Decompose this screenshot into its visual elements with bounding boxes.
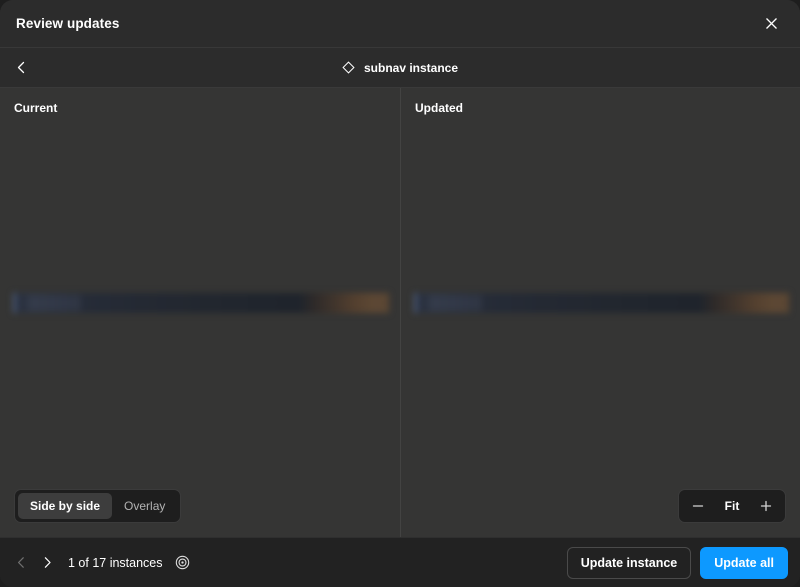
zoom-in-button[interactable] bbox=[751, 493, 781, 519]
current-preview-accent bbox=[13, 293, 16, 313]
updated-preview-canvas bbox=[414, 293, 789, 313]
close-icon bbox=[765, 17, 778, 30]
view-mode-toggle: Side by side Overlay bbox=[14, 489, 182, 523]
dialog-footer: 1 of 17 instances Update instance Update… bbox=[0, 537, 800, 587]
pane-current[interactable]: Current Side by side Overlay bbox=[0, 88, 400, 537]
current-preview-canvas bbox=[13, 293, 389, 313]
updated-preview-accent bbox=[414, 293, 417, 313]
current-preview-strip bbox=[13, 293, 389, 313]
updated-preview-highlight bbox=[429, 295, 482, 311]
component-instance-diamond-icon bbox=[342, 61, 355, 74]
component-identity: subnav instance bbox=[342, 61, 458, 75]
review-updates-dialog: Review updates subnav instance Current S… bbox=[0, 0, 800, 587]
dialog-titlebar: Review updates bbox=[0, 0, 800, 48]
component-subheader: subnav instance bbox=[0, 48, 800, 88]
chevron-left-icon bbox=[16, 556, 27, 569]
update-instance-button[interactable]: Update instance bbox=[566, 546, 692, 579]
view-mode-overlay[interactable]: Overlay bbox=[112, 493, 177, 519]
zoom-out-button[interactable] bbox=[683, 493, 713, 519]
previous-instance-button[interactable] bbox=[8, 550, 34, 576]
zoom-level-value[interactable]: Fit bbox=[713, 499, 751, 513]
pane-label-current: Current bbox=[14, 101, 58, 115]
minus-icon bbox=[691, 499, 705, 513]
pane-label-updated: Updated bbox=[415, 101, 463, 115]
current-preview-highlight bbox=[28, 295, 81, 311]
plus-icon bbox=[759, 499, 773, 513]
update-all-button[interactable]: Update all bbox=[700, 546, 788, 579]
view-mode-side-by-side[interactable]: Side by side bbox=[18, 493, 113, 519]
target-icon bbox=[175, 555, 190, 570]
instance-counter: 1 of 17 instances bbox=[68, 555, 163, 570]
zoom-to-instance-button[interactable] bbox=[171, 551, 195, 575]
chevron-right-icon bbox=[42, 556, 53, 569]
next-instance-button[interactable] bbox=[34, 550, 60, 576]
pane-updated[interactable]: Updated Fit bbox=[400, 88, 800, 537]
back-button[interactable] bbox=[8, 55, 34, 81]
dialog-title: Review updates bbox=[16, 16, 120, 31]
comparison-area: Current Side by side Overlay Updated Fit bbox=[0, 88, 800, 537]
component-name: subnav instance bbox=[363, 60, 459, 75]
updated-preview-strip bbox=[414, 293, 789, 313]
close-button[interactable] bbox=[756, 9, 786, 39]
chevron-left-icon bbox=[16, 61, 27, 74]
zoom-controls: Fit bbox=[678, 489, 786, 523]
